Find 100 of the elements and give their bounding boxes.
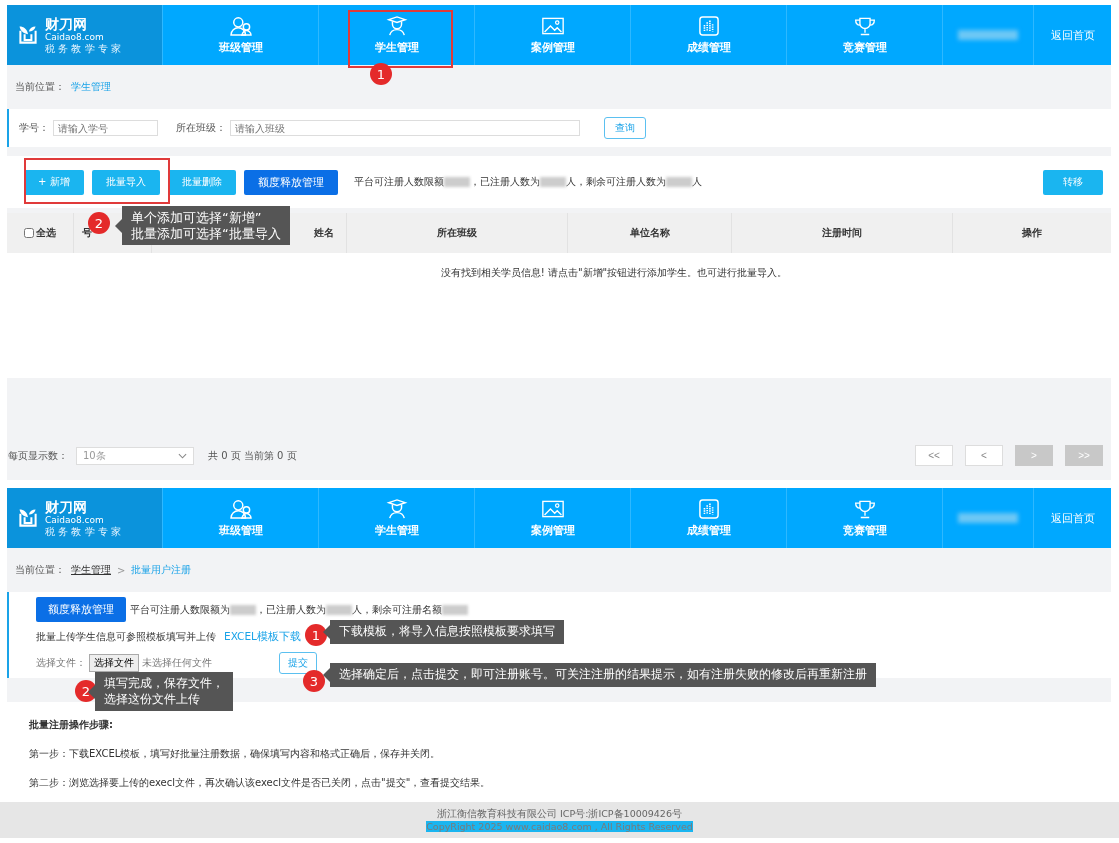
trophy-icon [853, 498, 876, 519]
empty-message: 没有找到相关学员信息! 请点击"新增"按钮进行添加学生。也可进行批量导入。 [439, 266, 788, 280]
nav-item[interactable]: 班级管理 [162, 5, 318, 65]
people-icon [229, 498, 252, 519]
template-hint: 批量上传学生信息可参照模板填写并上传 [36, 630, 216, 644]
nav-item[interactable]: 竞赛管理 [786, 5, 942, 65]
transfer-button[interactable]: 转移 [1043, 169, 1103, 195]
nav-label: 成绩管理 [686, 39, 731, 55]
template-download-link[interactable]: EXCEL模板下载 [224, 630, 301, 644]
nav-label: 班级管理 [218, 39, 263, 55]
nav-label: 学生管理 [374, 39, 419, 55]
choose-file-button[interactable]: 选择文件 [89, 654, 139, 672]
breadcrumb-item[interactable]: 批量用户注册 [131, 563, 192, 577]
quota-text: ，已注册人数为 [469, 175, 540, 189]
sprout-cup-icon [17, 24, 39, 46]
pager-button[interactable]: << [915, 445, 953, 466]
toolbar-button[interactable]: 额度释放管理 [243, 169, 338, 195]
logo-slogan: 税 务 教 学 专 家 [45, 42, 121, 55]
logo-area[interactable]: 财刀网 Caidao8.com 税 务 教 学 专 家 [7, 5, 162, 65]
breadcrumb-item[interactable]: 学生管理 [71, 80, 111, 94]
logo-domain: Caidao8.com [45, 31, 105, 42]
column-header: 单位名称 [568, 213, 732, 253]
quota-text: 平台可注册人数限额为 [130, 602, 230, 617]
people-icon [229, 15, 252, 36]
logo-slogan: 税 务 教 学 专 家 [45, 525, 121, 538]
step-text: 第二步：浏览选择要上传的execl文件，再次确认该execl文件是否已关闭，点击"提交"，查看提交结果。 [29, 776, 491, 790]
blurred-username [958, 30, 1018, 40]
quota-text: 平台可注册人数限额 [353, 175, 444, 189]
home-link[interactable]: 返回首页 [1033, 5, 1111, 65]
graduate-icon [385, 498, 408, 519]
footer-text: CopyRight 2025 www.caidao8.com , All Rights Reserved [426, 821, 693, 832]
home-link[interactable]: 返回首页 [1033, 488, 1111, 548]
sprout-cup-icon [17, 507, 39, 529]
tooltip-line: 选择确定后，点击提交，即可注册账号。可关注注册的结果提示，如有注册失败的修改后再重新注册 [339, 667, 867, 683]
blurred-username [958, 513, 1018, 523]
logo-name: 财刀网 [45, 498, 88, 515]
quota-text: ，已注册人数为 [256, 602, 326, 617]
toolbar-button[interactable]: + 新增 [24, 169, 84, 195]
blurred-number [665, 177, 692, 187]
nav-label: 竞赛管理 [842, 39, 887, 55]
bar-chart-icon [697, 498, 720, 519]
bar-chart-icon [697, 15, 720, 36]
breadcrumb-item[interactable]: 学生管理 [71, 563, 111, 577]
picture-icon [541, 498, 564, 519]
file-label: 选择文件： [36, 656, 86, 670]
quota-text: 人，剩余可注册名额 [352, 602, 442, 617]
column-header: 操作 [1021, 226, 1043, 240]
blurred-number [230, 604, 256, 615]
page-summary: 共 0 页 当前第 0 页 [208, 448, 297, 463]
caret-icon [178, 452, 187, 459]
step-badge: 1 [370, 63, 392, 85]
nav-item[interactable]: 案例管理 [474, 5, 630, 65]
footer-text: 浙江衡信教育科技有限公司 ICP号:浙ICP备10009426号 [437, 808, 682, 821]
nav-item[interactable]: 成绩管理 [630, 488, 786, 548]
quota-release-button[interactable]: 额度释放管理 [36, 597, 126, 622]
tooltip-line: 下载模板，将导入信息按照模板要求填写 [339, 624, 555, 640]
pager-button[interactable]: < [965, 445, 1003, 466]
nav-item[interactable]: 案例管理 [474, 488, 630, 548]
column-header: 注册时间 [732, 213, 953, 253]
nav-label: 学生管理 [374, 522, 419, 538]
page-size-label: 每页显示数： [8, 448, 68, 463]
page-size-select[interactable]: 10条 [76, 446, 194, 465]
quota-text: 人，剩余可注册人数为 [565, 175, 666, 189]
text-input[interactable]: 请输入学号 [53, 120, 158, 136]
nav-label: 案例管理 [530, 522, 575, 538]
breadcrumb-separator: > [117, 564, 126, 576]
quota-text: 人 [691, 175, 702, 189]
nav-item[interactable]: 班级管理 [162, 488, 318, 548]
tooltip-line: 填写完成，保存文件， [104, 676, 224, 692]
breadcrumb-label: 当前位置： [15, 563, 65, 577]
nav-item[interactable]: 成绩管理 [630, 5, 786, 65]
nav-label: 竞赛管理 [842, 522, 887, 538]
logo-domain: Caidao8.com [45, 514, 105, 525]
trophy-icon [853, 15, 876, 36]
select-all-checkbox[interactable] [24, 228, 34, 238]
field-label: 学号： [19, 121, 49, 135]
breadcrumb-label: 当前位置： [15, 80, 65, 94]
blurred-number [443, 177, 470, 187]
submit-button[interactable]: 提交 [279, 652, 317, 674]
graduate-icon [385, 15, 408, 36]
steps-title: 批量注册操作步骤: [29, 718, 113, 732]
search-button[interactable]: 查询 [604, 117, 646, 139]
nav-label: 案例管理 [530, 39, 575, 55]
field-label: 所在班级： [176, 121, 226, 135]
picture-icon [541, 15, 564, 36]
logo-name: 财刀网 [45, 15, 88, 32]
nav-item[interactable]: 学生管理 [318, 488, 474, 548]
file-status: 未选择任何文件 [142, 656, 212, 670]
text-input[interactable]: 请输入班级 [230, 120, 580, 136]
toolbar-button[interactable]: 批量删除 [167, 169, 236, 195]
logo-area[interactable]: 财刀网 Caidao8.com 税 务 教 学 专 家 [7, 488, 162, 548]
toolbar-button[interactable]: 批量导入 [91, 169, 160, 195]
column-header: 所在班级 [347, 213, 568, 253]
select-all-label: 全选 [36, 226, 56, 240]
blurred-number [326, 604, 352, 615]
blurred-number [442, 604, 468, 615]
nav-item[interactable]: 竞赛管理 [786, 488, 942, 548]
step-badge: 3 [303, 670, 325, 692]
tooltip-line: 选择这份文件上传 [104, 691, 201, 708]
nav-label: 成绩管理 [686, 522, 731, 538]
